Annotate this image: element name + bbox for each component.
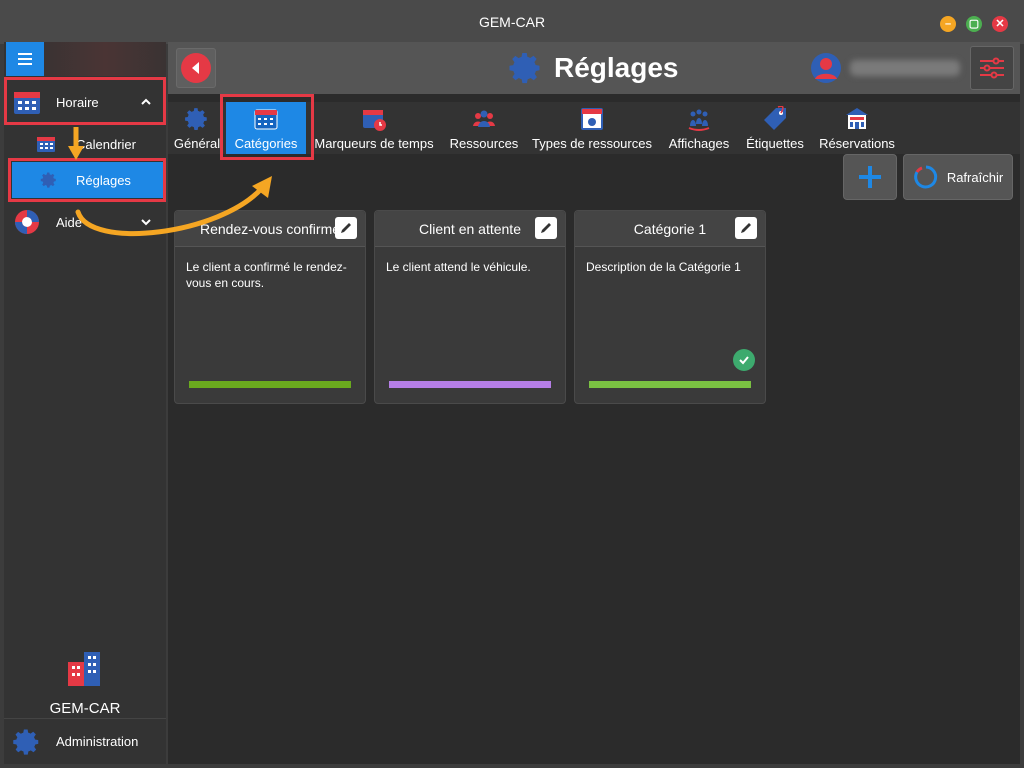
chevron-down-icon (141, 219, 151, 226)
tab-ressources[interactable]: Ressources (444, 102, 524, 154)
category-card[interactable]: Rendez-vous confirmé Le client a confirm… (174, 210, 366, 404)
category-title: Client en attente (419, 220, 521, 237)
tab-affichages[interactable]: Affichages (664, 102, 734, 154)
tab-label: Réservations (819, 136, 895, 151)
tab-label: Étiquettes (746, 136, 804, 151)
sidebar: Horaire Calendrier Réglages Aide GEM-CAR… (4, 42, 166, 764)
edit-category-button[interactable] (535, 217, 557, 239)
brand-label: GEM-CAR (49, 700, 121, 717)
display-icon (688, 109, 710, 131)
sidebar-item-administration[interactable]: Administration (4, 718, 166, 764)
app-window: GEM-CAR – ▢ ✕ Horaire Calendrier Réglage… (0, 0, 1024, 768)
building-icon (68, 652, 100, 686)
pencil-icon (341, 223, 351, 233)
category-description: Le client attend le véhicule. (386, 260, 531, 274)
tab-types-de-ressources[interactable]: Types de ressources (530, 102, 654, 154)
category-card[interactable]: Client en attente Le client attend le vé… (374, 210, 566, 404)
arrow-left-icon (192, 62, 199, 74)
category-card[interactable]: Catégorie 1 Description de la Catégorie … (574, 210, 766, 404)
tab-label: Marqueurs de temps (314, 136, 434, 151)
tab-reservations[interactable]: Réservations (816, 102, 898, 154)
category-color-bar (189, 381, 351, 388)
annotation-highlight-reglages (8, 158, 166, 202)
gear-icon (509, 53, 540, 84)
sidebar-item-label: Calendrier (76, 136, 136, 152)
sidebar-item-calendrier[interactable]: Calendrier (12, 126, 166, 162)
reservation-icon (846, 108, 868, 129)
page-title-text: Réglages (554, 52, 679, 83)
page-title: Réglages (508, 50, 679, 86)
minimize-button[interactable]: – (940, 16, 956, 32)
plus-icon (859, 166, 881, 188)
hamburger-icon (18, 53, 32, 55)
tag-icon (764, 106, 786, 130)
window-title: GEM-CAR (478, 14, 546, 30)
user-menu[interactable] (810, 52, 960, 84)
category-description: Le client a confirmé le rendez-vous en c… (186, 260, 347, 290)
lifebuoy-icon (15, 210, 39, 234)
main-content: Réglages Général Catégories Marqueurs de… (168, 42, 1020, 764)
refresh-label: Rafraîchir (946, 169, 1004, 185)
sidebar-item-aide[interactable]: Aide (4, 203, 166, 241)
sidebar-item-label: Administration (56, 734, 139, 749)
tab-label: Général (173, 136, 221, 151)
blurred-user-name (850, 60, 960, 76)
gear-icon (185, 108, 207, 130)
add-category-button[interactable] (843, 154, 897, 200)
category-description: Description de la Catégorie 1 (586, 260, 741, 274)
annotation-highlight-categories-tab (220, 94, 314, 160)
tab-label: Ressources (449, 136, 519, 151)
page-header: Réglages (168, 42, 1020, 94)
close-button[interactable]: ✕ (992, 16, 1008, 32)
default-check-icon (733, 349, 755, 371)
annotation-highlight-horaire (4, 77, 166, 125)
category-title: Catégorie 1 (633, 220, 707, 237)
refresh-icon (913, 165, 937, 189)
gear-icon (13, 729, 39, 755)
menu-toggle-button[interactable] (6, 42, 44, 76)
category-color-bar (589, 381, 751, 388)
tab-label: Affichages (668, 136, 730, 151)
tab-marqueurs-de-temps[interactable]: Marqueurs de temps (312, 102, 436, 154)
calendar-clock-icon (363, 110, 386, 131)
pencil-icon (541, 223, 551, 233)
filters-button[interactable] (970, 46, 1014, 90)
maximize-button[interactable]: ▢ (966, 16, 982, 32)
refresh-button[interactable]: Rafraîchir (903, 154, 1013, 200)
tab-etiquettes[interactable]: Étiquettes (742, 102, 808, 154)
title-bar: GEM-CAR – ▢ ✕ (0, 0, 1024, 44)
edit-category-button[interactable] (735, 217, 757, 239)
user-avatar-icon (811, 53, 841, 83)
tab-general[interactable]: Général (172, 102, 222, 154)
back-button[interactable] (176, 48, 216, 88)
edit-category-button[interactable] (335, 217, 357, 239)
category-color-bar (389, 381, 551, 388)
blurred-account-area (44, 42, 166, 76)
sidebar-item-label: Aide (56, 214, 83, 230)
resource-type-icon (581, 108, 603, 130)
people-icon (473, 110, 495, 127)
tab-label: Types de ressources (532, 136, 652, 151)
calendar-icon (37, 137, 55, 152)
pencil-icon (741, 223, 751, 233)
category-title: Rendez-vous confirmé (199, 220, 341, 237)
sliders-icon (980, 57, 1004, 79)
